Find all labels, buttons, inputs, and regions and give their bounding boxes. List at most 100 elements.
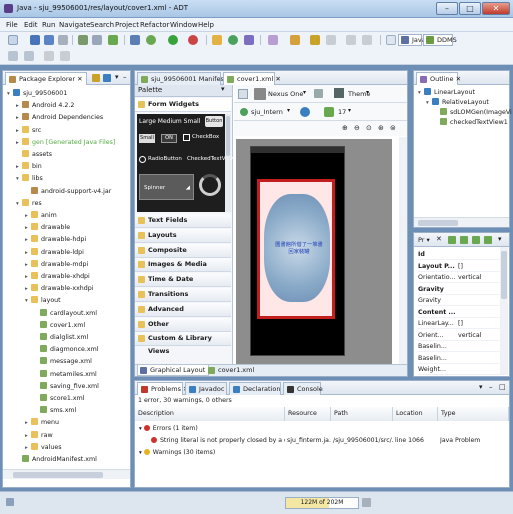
heap-status[interactable]: 122M of 202M — [285, 497, 359, 509]
palette-category[interactable]: Text Fields — [135, 214, 231, 228]
tab-package-explorer[interactable]: Package Explorer ✕ — [5, 72, 87, 85]
tree-item[interactable]: dialglist.xml — [34, 332, 88, 344]
garbage-collect-icon[interactable] — [362, 498, 371, 507]
avd-manager-icon[interactable] — [92, 35, 102, 45]
java-perspective-button[interactable]: Java — [398, 34, 426, 46]
tree-item[interactable]: android-support-v4.jar — [25, 186, 111, 198]
close-tab-icon[interactable]: ✕ — [275, 75, 280, 83]
api-dropdown-arrow-icon[interactable]: ▾ — [348, 107, 351, 114]
tree-item[interactable]: AndroidManifest.xml — [16, 454, 97, 466]
edit-icon[interactable] — [290, 35, 300, 45]
menu-navigate[interactable]: Navigate — [59, 21, 90, 29]
api-level-selector[interactable]: 17 — [338, 108, 346, 116]
tree-item[interactable]: ▸ anim — [25, 210, 57, 222]
activity-selector[interactable]: sju_Intern — [251, 108, 283, 116]
property-row[interactable]: Baselin... — [418, 341, 506, 352]
menu-refactor[interactable]: Refactor — [140, 21, 169, 29]
view-menu-icon[interactable]: ▾ — [479, 383, 483, 391]
zoom-fit-icon[interactable]: ⊙ — [366, 124, 372, 132]
tab-outline[interactable]: Outline ✕ — [416, 72, 461, 85]
property-row[interactable]: Baselin... — [418, 353, 506, 364]
properties-scrollbar[interactable] — [500, 247, 508, 375]
theme-dropdown-arrow-icon[interactable]: ▾ — [366, 89, 369, 96]
tree-item[interactable]: ▸ Android 4.2.2 — [16, 100, 74, 112]
outline-item[interactable]: checkedTextView1 — [434, 118, 508, 128]
scrollbar-thumb[interactable] — [226, 116, 230, 156]
expand-all-icon[interactable] — [484, 236, 492, 244]
property-value[interactable]: vertical — [458, 330, 481, 341]
lint-icon[interactable] — [108, 35, 118, 45]
palette-category[interactable]: Advanced — [135, 302, 231, 317]
tree-item[interactable]: ▸ Android Dependencies — [16, 112, 103, 124]
tree-item[interactable]: assets — [16, 149, 52, 161]
button-widget[interactable]: Button — [205, 116, 223, 127]
tree-item[interactable]: ▸ drawable-xxhdpi — [25, 283, 94, 295]
search-icon[interactable] — [268, 35, 278, 45]
tab-xml-source[interactable]: cover1.xml — [206, 365, 257, 376]
tab-manifest[interactable]: sju_99506001 Manifest — [137, 72, 226, 85]
run-icon[interactable] — [168, 35, 178, 45]
tree-item[interactable]: ▾ res — [16, 198, 42, 210]
palette-menu-icon[interactable]: ▾ — [221, 85, 225, 93]
tree-item[interactable]: metamiles.xml — [34, 369, 97, 381]
palette-scrollbar[interactable] — [225, 114, 231, 212]
close-tab-icon[interactable]: ✕ — [77, 75, 82, 83]
palette-category[interactable]: Layouts — [135, 228, 231, 243]
new-java-package-icon[interactable] — [212, 35, 222, 45]
tree-item[interactable]: ▸ drawable-xhdpi — [25, 271, 90, 283]
ddms-perspective-button[interactable]: DDMS — [423, 34, 457, 46]
toggle-button-widget[interactable]: ON — [161, 134, 177, 143]
zoom-out-icon[interactable]: ⊖ — [354, 124, 360, 132]
property-row[interactable]: Orientatio... vertical — [418, 272, 506, 283]
tree-item[interactable]: ▾ sju_99506001 — [7, 88, 67, 100]
property-row[interactable]: LinearLay... [] — [418, 318, 506, 329]
horizontal-scrollbar[interactable] — [3, 469, 130, 479]
menu-run[interactable]: Run — [42, 21, 55, 29]
expanded-twisty-icon[interactable]: ▾ — [139, 426, 142, 432]
fast-view-icon[interactable] — [6, 498, 14, 506]
minimize-view-icon[interactable]: – — [123, 73, 127, 81]
save-all-icon[interactable] — [44, 35, 54, 45]
tree-item[interactable]: score1.xml — [34, 393, 85, 405]
minimize-button[interactable]: – — [436, 2, 458, 15]
debug-icon[interactable] — [146, 35, 156, 45]
advanced-icon[interactable] — [460, 236, 468, 244]
new-android-project-icon[interactable] — [130, 35, 140, 45]
activity-dropdown-arrow-icon[interactable]: ▾ — [287, 107, 290, 114]
maximize-view-icon[interactable]: □ — [499, 383, 506, 391]
property-row[interactable]: Layout P...[] — [418, 261, 506, 272]
forward-icon[interactable] — [362, 35, 372, 45]
palette-category-form-widgets[interactable]: Form Widgets — [135, 98, 231, 112]
property-row[interactable]: Content ... — [418, 307, 506, 318]
maximize-button[interactable]: □ — [459, 2, 481, 15]
tree-item[interactable]: ▸ drawable-hdpi — [25, 234, 86, 246]
tab-javadoc[interactable]: Javadoc — [185, 382, 227, 395]
tree-item[interactable]: ▸ drawable-mdpi — [25, 259, 88, 271]
layout-canvas[interactable]: 圖書館所借了一堆書 回家裝罐 — [236, 139, 392, 364]
column-type[interactable]: Type — [438, 407, 509, 421]
locale-icon[interactable] — [300, 107, 310, 117]
close-tab-icon[interactable]: ✕ — [436, 235, 442, 243]
zoom-100-icon[interactable]: ⊛ — [378, 124, 384, 132]
tree-item[interactable]: ▸ raw — [25, 430, 53, 442]
external-tools-icon[interactable] — [188, 35, 198, 45]
tab-problems[interactable]: Problems ✕ — [137, 382, 189, 395]
zoom-real-icon[interactable]: ⊜ — [390, 124, 396, 132]
outline-scrollbar[interactable] — [414, 217, 509, 227]
back-icon[interactable] — [346, 35, 356, 45]
tree-item[interactable]: ▸ src — [16, 125, 41, 137]
property-row[interactable]: Gravity — [418, 295, 506, 306]
progress-bar-widget[interactable] — [199, 174, 221, 196]
cover-image[interactable]: 圖書館所借了一堆書 回家裝罐 — [257, 179, 335, 319]
palette-category[interactable]: Other — [135, 317, 231, 332]
android-sdk-manager-icon[interactable] — [78, 35, 88, 45]
tab-console[interactable]: Console — [283, 382, 323, 395]
next-annotation-icon[interactable] — [326, 35, 336, 45]
property-value[interactable]: [] — [458, 261, 463, 272]
outline-item[interactable]: ▾ RelativeLayout — [426, 98, 489, 108]
palette-category[interactable]: Custom & Library Views — [135, 332, 231, 355]
save-icon[interactable] — [30, 35, 40, 45]
categories-icon[interactable] — [448, 236, 456, 244]
menu-project[interactable]: Project — [115, 21, 139, 29]
link-with-editor-icon[interactable] — [103, 74, 111, 82]
